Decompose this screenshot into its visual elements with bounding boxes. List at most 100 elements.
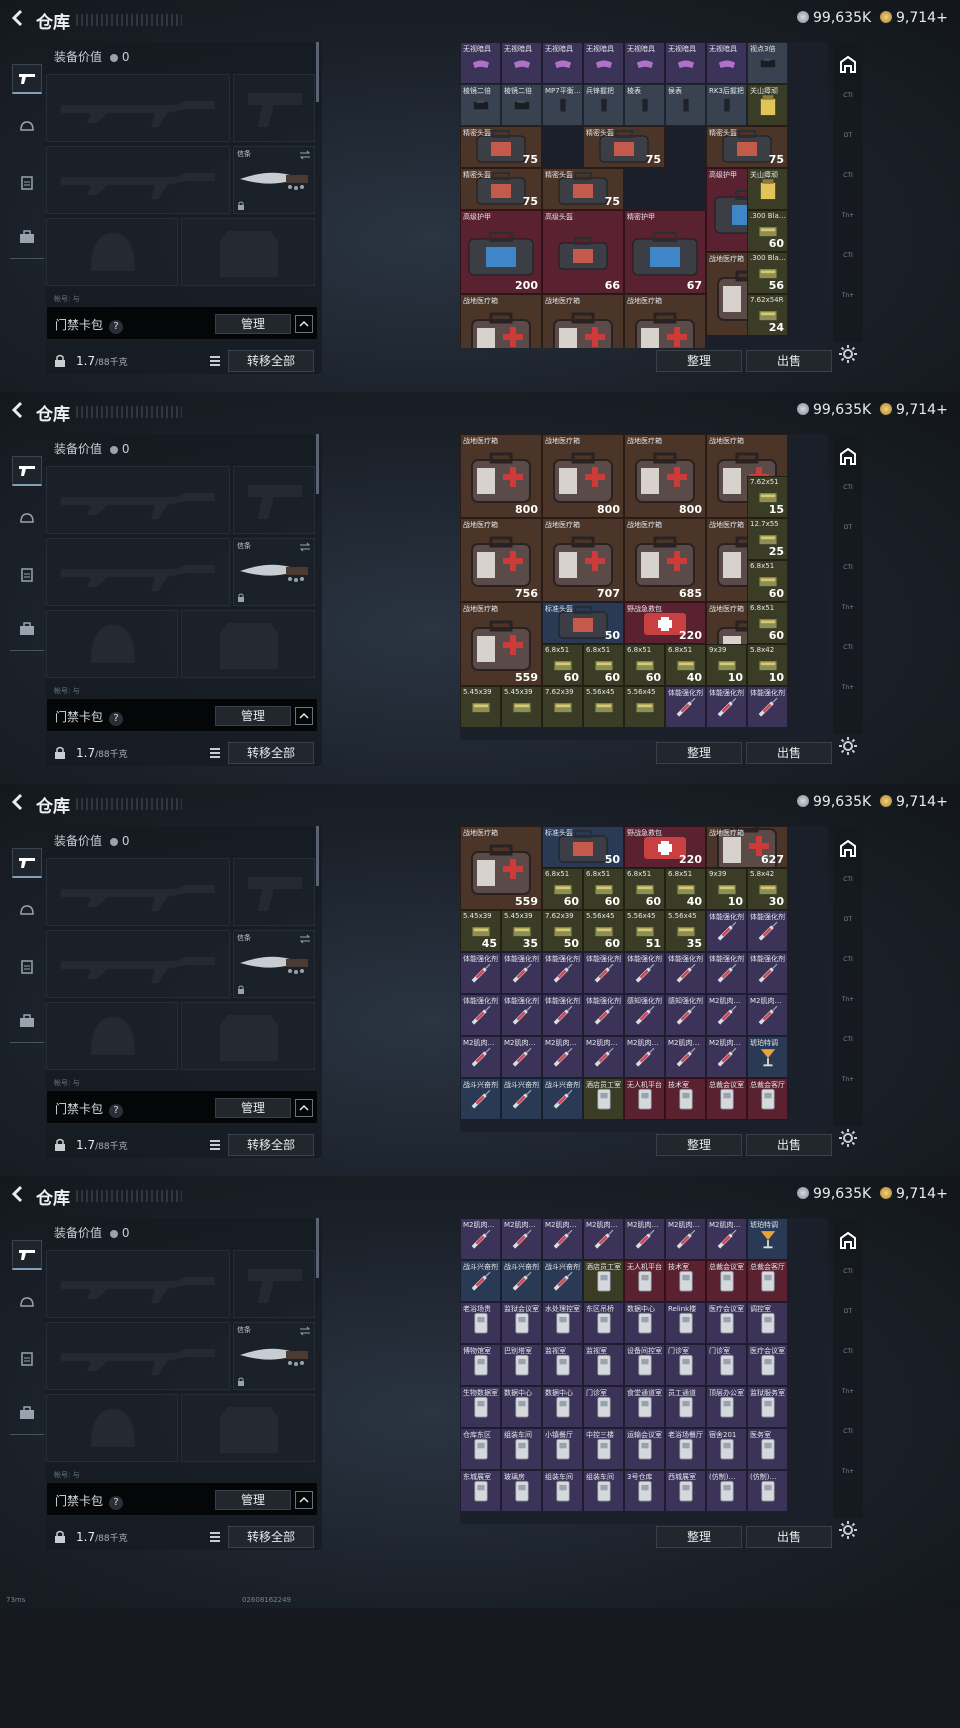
stash-item[interactable]: 无视暗具 — [460, 42, 501, 84]
stash-page-tab[interactable]: Tn+ — [836, 292, 860, 314]
stash-item[interactable]: 调控室 — [747, 1302, 788, 1344]
helmet-slot[interactable] — [46, 218, 178, 286]
stash-item[interactable]: 体能强化剂 — [501, 994, 542, 1036]
stash-item[interactable]: M2肌肉… — [583, 1036, 624, 1078]
manage-button[interactable]: 管理 — [215, 1098, 291, 1118]
nav-weapons[interactable] — [12, 456, 42, 486]
stash-item[interactable]: 无视暗具 — [501, 42, 542, 84]
secondary-weapon-slot[interactable] — [46, 146, 230, 214]
sort-button[interactable]: 整理 — [656, 1134, 742, 1156]
nav-vest[interactable] — [12, 560, 42, 590]
armor-slot[interactable] — [181, 610, 315, 678]
stash-item[interactable]: 体能强化剂 — [665, 686, 706, 728]
help-icon[interactable]: ? — [109, 1104, 124, 1118]
stash-item[interactable]: 战地医疗箱 627 — [706, 826, 788, 868]
stash-item[interactable]: 东区吊桥 — [583, 1302, 624, 1344]
sidearm-slot[interactable] — [233, 74, 315, 142]
gold-balance[interactable]: 9,714+ — [880, 1186, 948, 1202]
stash-item[interactable]: 生物数据室 — [460, 1386, 501, 1428]
manage-button[interactable]: 管理 — [215, 1490, 291, 1510]
stash-page-tab[interactable]: CTI — [836, 1428, 860, 1450]
stash-item[interactable]: 战地医疗箱 559 — [460, 826, 542, 910]
stash-item[interactable]: 体能强化剂 — [460, 952, 501, 994]
stash-item[interactable]: 9x39 10 — [706, 868, 747, 910]
stash-home-icon[interactable] — [838, 838, 858, 858]
stash-item[interactable]: (仿制)… — [747, 1470, 788, 1512]
stash-item[interactable]: 设备间控室 — [624, 1344, 665, 1386]
stash-item[interactable]: 战斗兴奋剂 — [542, 1260, 583, 1302]
stash-item[interactable]: 体能强化剂 — [501, 952, 542, 994]
stash-item[interactable]: M2肌肉… — [665, 1218, 706, 1260]
stash-item[interactable]: 顶层办公室 — [706, 1386, 747, 1428]
stash-item[interactable]: 5.56x45 35 — [665, 910, 706, 952]
loadout-scrollbar[interactable] — [316, 42, 319, 102]
stash-item[interactable]: 体能强化剂 — [542, 994, 583, 1036]
secondary-weapon-slot[interactable] — [46, 1322, 230, 1390]
sidearm-slot[interactable] — [233, 858, 315, 926]
stash-item[interactable]: 玻璃房 — [501, 1470, 542, 1512]
back-arrow-icon[interactable] — [6, 790, 30, 814]
loadout-scrollbar[interactable] — [316, 826, 319, 886]
stash-item[interactable]: M2肌肉… — [583, 1218, 624, 1260]
stash-item[interactable]: M2肌肉… — [665, 1036, 706, 1078]
gold-balance[interactable]: 9,714+ — [880, 402, 948, 418]
secondary-weapon-slot[interactable] — [46, 538, 230, 606]
stash-page-tab[interactable]: CTI — [836, 172, 860, 194]
stash-item[interactable]: 无视暗具 — [542, 42, 583, 84]
stash-page-tab[interactable]: Tn+ — [836, 604, 860, 626]
gold-balance[interactable]: 9,714+ — [880, 10, 948, 26]
stash-item[interactable]: 无人机平台 — [624, 1260, 665, 1302]
stash-item[interactable]: 无视暗具 — [583, 42, 624, 84]
stash-page-tab[interactable]: CTI — [836, 956, 860, 978]
stash-item[interactable]: 战地医疗箱 — [624, 294, 706, 348]
stash-item[interactable]: 5.8x42 10 — [747, 644, 788, 686]
stash-item[interactable]: 体能强化剂 — [624, 952, 665, 994]
stash-item[interactable]: 6.8x51 60 — [747, 560, 788, 602]
stash-item[interactable]: 总裁会客厅 — [747, 1078, 788, 1120]
stash-item[interactable]: 标准头盔 50 — [542, 826, 624, 868]
stash-item[interactable]: 战地医疗箱 707 — [542, 518, 624, 602]
manage-button[interactable]: 管理 — [215, 706, 291, 726]
stash-item[interactable]: 无视暗具 — [706, 42, 747, 84]
stash-item[interactable]: M2肌肉… — [706, 1218, 747, 1260]
stash-item[interactable]: 门诊室 — [706, 1344, 747, 1386]
transfer-all-button[interactable]: 转移全部 — [228, 1134, 314, 1156]
stash-item[interactable]: 6.8x51 60 — [747, 602, 788, 644]
stash-page-tab[interactable]: CTI — [836, 564, 860, 586]
sort-button[interactable]: 整理 — [656, 1526, 742, 1548]
stash-item[interactable]: 战斗兴奋剂 — [501, 1078, 542, 1120]
stash-item[interactable]: 6.8x51 60 — [542, 868, 583, 910]
stash-item[interactable]: 6.8x51 60 — [624, 644, 665, 686]
stash-item[interactable]: 体能强化剂 — [747, 686, 788, 728]
sidearm-slot[interactable] — [233, 1250, 315, 1318]
stash-item[interactable]: 7.62x39 50 — [542, 910, 583, 952]
helmet-slot[interactable] — [46, 1394, 178, 1462]
nav-backpack[interactable] — [12, 222, 42, 252]
stash-item[interactable]: 高级头盔 66 — [542, 210, 624, 294]
armor-slot[interactable] — [181, 218, 315, 286]
stash-item[interactable]: 7.62x39 — [542, 686, 583, 728]
swap-icon[interactable] — [299, 542, 311, 552]
stash-item[interactable]: .300 Bla… 60 — [747, 210, 788, 252]
chevron-up-icon[interactable] — [295, 707, 313, 725]
nav-helmet[interactable] — [12, 504, 42, 534]
loadout-scrollbar[interactable] — [316, 1218, 319, 1278]
swap-icon[interactable] — [299, 934, 311, 944]
stash-page-tab[interactable]: CTI — [836, 644, 860, 666]
stash-item[interactable]: 无视暗具 — [665, 42, 706, 84]
stash-item[interactable]: 战地医疗箱 685 — [624, 518, 706, 602]
nav-vest[interactable] — [12, 1344, 42, 1374]
stash-item[interactable]: 组装车间 — [542, 1470, 583, 1512]
melee-slot[interactable]: 信条 — [233, 1322, 315, 1390]
stash-item[interactable]: 棱镜二倍 — [501, 84, 542, 126]
loadout-scrollbar[interactable] — [316, 434, 319, 494]
nav-backpack[interactable] — [12, 1398, 42, 1428]
stash-item[interactable]: 5.56x45 — [583, 686, 624, 728]
stash-item[interactable]: M2肌肉… — [624, 1218, 665, 1260]
nav-vest[interactable] — [12, 952, 42, 982]
stash-item[interactable]: M2肌肉… — [460, 1218, 501, 1260]
stash-item[interactable]: 体能强化剂 — [583, 952, 624, 994]
stash-page-tab[interactable]: Tn+ — [836, 1468, 860, 1490]
stash-item[interactable]: 战斗兴奋剂 — [501, 1260, 542, 1302]
stash-item[interactable]: M2肌肉… — [624, 1036, 665, 1078]
